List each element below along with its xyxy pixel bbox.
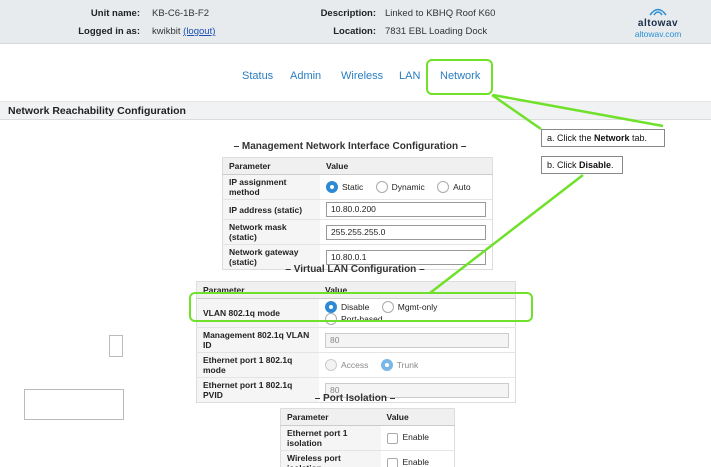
ip-method-dynamic-radio[interactable]: Dynamic [375,181,425,193]
note-a-prefix: a. Click the [547,133,595,143]
ip-method-auto-radio[interactable]: Auto [437,181,471,193]
table-row: Ethernet port 1 isolation Enable [280,425,455,451]
checkbox-icon [386,457,398,467]
tab-admin[interactable]: Admin [290,70,321,82]
checkbox-label: Enable [402,432,429,443]
radio-label: Trunk [396,360,419,370]
logo-url: altowav.com [634,29,682,39]
radio-icon [437,181,450,193]
network-mask-field[interactable]: 255.255.255.0 [326,224,486,240]
note-b-bold: Disable [579,160,612,170]
altowav-logo[interactable]: altowav altowav.com [623,6,693,39]
wifi-isolation-checkbox[interactable]: Enable [386,457,429,467]
logo-wordmark: altowav [637,18,679,29]
col-value: Value [320,157,493,175]
side-panel-small [109,335,123,357]
logout-link[interactable]: (logout) [183,26,215,37]
eth-mode-trunk-radio: Trunk [380,359,419,371]
main-nav: Status Admin Wireless LAN Network [0,70,711,94]
tab-lan[interactable]: LAN [399,70,420,82]
wifi-isolation-label: Wireless port isolation [280,450,381,467]
checkbox-label: Enable [402,457,429,467]
col-value: Value [380,408,455,426]
description-value: Linked to KBHQ Roof K60 [385,8,496,19]
unit-name-label: Unit name: [90,8,140,19]
table-row: Wireless port isolation Enable [280,450,455,467]
logo-wave-icon [649,8,667,16]
ip-method-label: IP assignment method [222,174,320,200]
section-title: Network Reachability Configuration [8,105,186,117]
mgmt-vlan-id-label: Management 802.1q VLAN ID [196,327,319,353]
radio-selected-icon [380,359,393,371]
eth-mode-access-radio: Access [325,359,368,371]
tab-status[interactable]: Status [242,70,273,82]
side-panel-wide [24,389,124,420]
ip-method-static-radio[interactable]: Static [326,181,363,193]
col-parameter: Parameter [280,408,381,426]
ip-address-field[interactable]: 10.80.0.200 [326,202,486,217]
radio-icon [375,181,388,193]
location-value: 7831 EBL Loading Dock [385,26,488,37]
table-row: Network mask (static) 255.255.255.0 [222,219,493,245]
eth-port-mode-label: Ethernet port 1 802.1q mode [196,352,319,378]
table-row: IP assignment method Static Dynamic Auto [222,174,493,200]
note-b-suffix: . [611,160,614,170]
gateway-field[interactable]: 10.80.0.1 [326,249,486,265]
radio-icon [325,359,337,371]
vlan-config-title: – Virtual LAN Configuration – [285,264,425,275]
table-row: Ethernet port 1 802.1q mode Access Trunk [196,352,516,378]
port-isolation-title: – Port Isolation – [314,393,396,404]
eth-isolation-label: Ethernet port 1 isolation [280,425,381,451]
ip-method-options: Static Dynamic Auto [320,174,493,200]
radio-label: Access [341,360,369,370]
location-label: Location: [333,26,376,37]
logged-in-user: kwikbit [152,26,181,37]
radio-label: Auto [453,182,471,192]
col-parameter: Parameter [222,157,320,175]
table-row: Management 802.1q VLAN ID 80 [196,327,516,353]
radio-label: Static [342,182,364,192]
unit-name-value: KB-C6-1B-F2 [152,8,210,19]
instruction-note-a: a. Click the Network tab. [541,129,665,147]
network-mask-label: Network mask (static) [222,219,320,245]
mgmt-config-title: – Management Network Interface Configura… [233,141,467,152]
instruction-note-b: b. Click Disable. [541,156,623,174]
tab-wireless[interactable]: Wireless [341,70,383,82]
note-a-suffix: tab. [629,133,648,143]
logged-in-label: Logged in as: [78,26,140,37]
radio-label: Dynamic [391,182,425,192]
table-row: IP address (static) 10.80.0.200 [222,199,493,220]
radio-selected-icon [326,181,338,193]
port-isolation-table: Parameter Value Ethernet port 1 isolatio… [280,408,455,467]
logged-in-value: kwikbit (logout) [152,26,215,37]
note-a-bold: Network [594,133,630,143]
table-header-row: Parameter Value [280,408,455,426]
note-b-prefix: b. Click [547,160,580,170]
ip-address-label: IP address (static) [222,199,320,220]
network-tab-highlight [426,59,493,95]
top-header: Unit name: KB-C6-1B-F2 Logged in as: kwi… [0,0,711,44]
description-label: Description: [320,8,376,19]
mgmt-vlan-id-field: 80 [325,332,509,348]
eth-isolation-checkbox[interactable]: Enable [386,432,429,444]
eth-port-mode-options: Access Trunk [319,352,516,378]
section-header: Network Reachability Configuration [0,101,711,120]
table-header-row: Parameter Value [222,157,493,175]
checkbox-icon [386,432,398,444]
vlan-mode-highlight [189,292,533,322]
mgmt-config-table: Parameter Value IP assignment method Sta… [222,157,493,270]
